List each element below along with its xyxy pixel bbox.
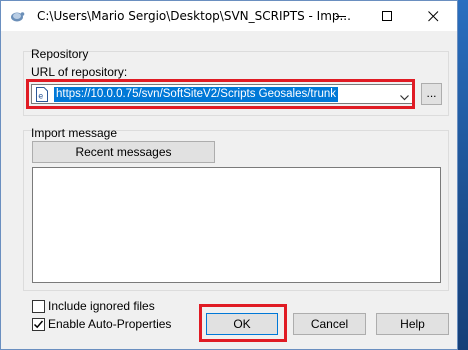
import-message-label: Import message xyxy=(31,126,118,140)
auto-properties-label: Enable Auto-Properties xyxy=(48,317,172,331)
close-icon xyxy=(428,11,439,22)
minimize-button[interactable] xyxy=(319,1,365,31)
import-message-textarea[interactable] xyxy=(32,167,441,283)
help-button[interactable]: Help xyxy=(376,313,449,335)
url-input-value[interactable]: https://10.0.0.75/svn/SoftSiteV2/Scripts… xyxy=(54,87,338,102)
recent-messages-button[interactable]: Recent messages xyxy=(32,141,215,163)
cancel-button[interactable]: Cancel xyxy=(293,313,366,335)
ok-button[interactable]: OK xyxy=(206,313,278,335)
auto-properties-checkbox[interactable] xyxy=(32,318,45,331)
svg-text:e: e xyxy=(38,92,43,101)
checkmark-icon xyxy=(33,320,44,329)
url-label: URL of repository: xyxy=(31,65,128,79)
minimize-icon xyxy=(336,16,346,17)
include-ignored-checkbox[interactable] xyxy=(32,300,45,313)
document-icon: e xyxy=(36,87,48,102)
browse-button[interactable]: ... xyxy=(421,83,442,105)
maximize-icon xyxy=(382,11,392,21)
url-combobox[interactable]: e https://10.0.0.75/svn/SoftSiteV2/Scrip… xyxy=(31,84,413,104)
tortoisesvn-icon xyxy=(9,8,25,24)
repository-group-label: Repository xyxy=(31,47,89,61)
chevron-down-icon[interactable] xyxy=(400,90,409,104)
close-button[interactable] xyxy=(411,1,457,31)
maximize-button[interactable] xyxy=(365,1,411,31)
include-ignored-label: Include ignored files xyxy=(48,299,155,313)
import-dialog: C:\Users\Mario Sergio\Desktop\SVN_SCRIPT… xyxy=(0,0,458,350)
title-bar[interactable]: C:\Users\Mario Sergio\Desktop\SVN_SCRIPT… xyxy=(1,1,457,31)
window-title: C:\Users\Mario Sergio\Desktop\SVN_SCRIPT… xyxy=(37,9,351,23)
